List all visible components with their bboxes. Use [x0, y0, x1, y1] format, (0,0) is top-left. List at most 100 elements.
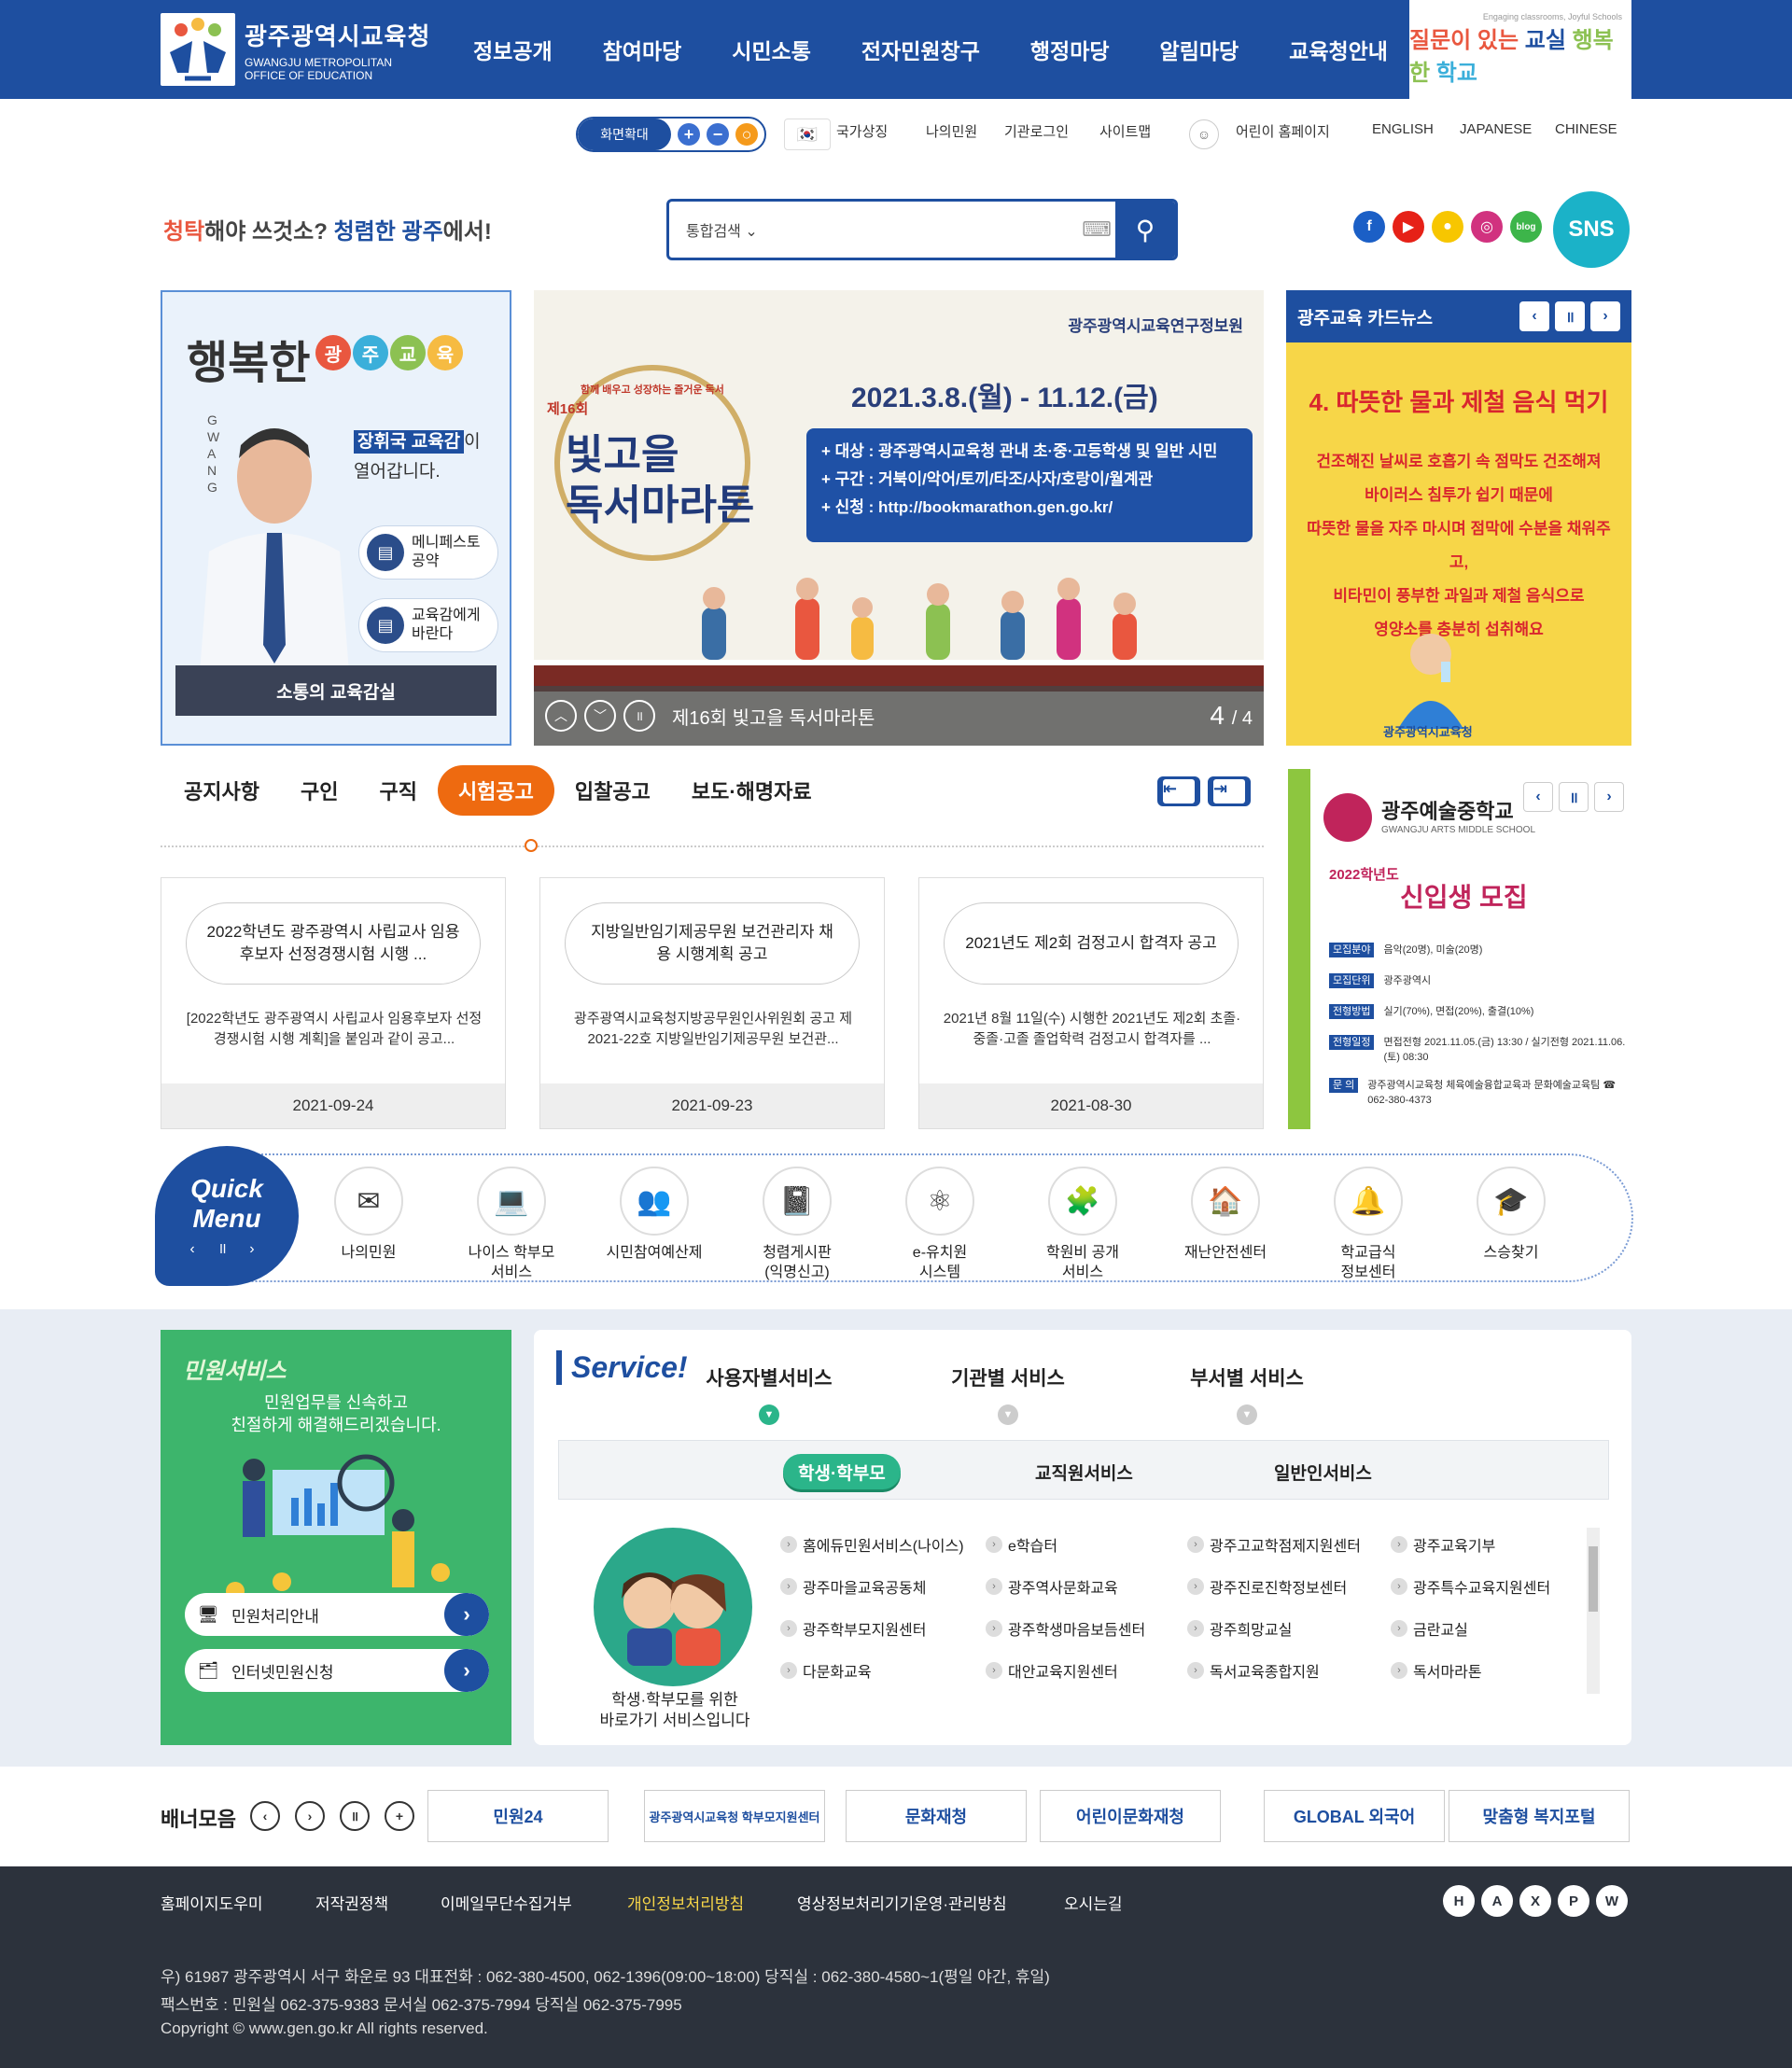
promo-next-button[interactable]: › [1594, 782, 1624, 812]
nav-item-info[interactable]: 정보공개 [448, 34, 578, 65]
service-link[interactable]: › 광주역사문화교육 [986, 1575, 1118, 1598]
service-tab-org[interactable]: 기관별 서비스 [915, 1363, 1101, 1391]
quick-menu-item[interactable]: 🎓 스승찾기 [1446, 1167, 1576, 1263]
banner-item[interactable]: GLOBAL 외국어 [1264, 1790, 1445, 1842]
service-tab-dept[interactable]: 부서별 서비스 [1154, 1363, 1340, 1391]
nav-item-notice[interactable]: 알림마당 [1135, 34, 1265, 65]
quick-menu-item[interactable]: ⚛ e-유치원 시스템 [875, 1167, 1005, 1282]
promo-prev-button[interactable]: ‹ [1523, 782, 1553, 812]
pdf-viewer-icon[interactable]: A [1481, 1885, 1513, 1917]
tab-prev-button[interactable]: ⇤ [1157, 776, 1200, 806]
service-link[interactable]: › 대안교육지원센터 [986, 1659, 1118, 1682]
service-link[interactable]: › 광주특수교육지원센터 [1391, 1575, 1550, 1598]
service-link[interactable]: › 광주희망교실 [1187, 1617, 1292, 1640]
service-link[interactable]: › 독서마라톤 [1391, 1659, 1482, 1682]
card-pause-button[interactable]: ॥ [1555, 301, 1585, 331]
util-link-login[interactable]: 기관로그인 [1004, 121, 1069, 141]
quick-menu-item[interactable]: 👥 시민참여예산제 [589, 1167, 720, 1263]
tab-exam-notice[interactable]: 시험공고 [437, 765, 554, 816]
nav-item-citizen[interactable]: 시민소통 [707, 34, 836, 65]
nav-item-e-civil[interactable]: 전자민원창구 [836, 34, 1005, 65]
card-prev-button[interactable]: ‹ [1519, 301, 1549, 331]
online-civil-button[interactable]: 🗂 인터넷민원신청 › [185, 1649, 489, 1692]
service-scrollbar[interactable] [1587, 1528, 1600, 1694]
banner-item[interactable]: 어린이문화재청 [1040, 1790, 1221, 1842]
service-tab-user[interactable]: 사용자별서비스 [676, 1363, 862, 1391]
zoom-reset-button[interactable]: ○ [735, 123, 758, 146]
subtab-student-parent[interactable]: 학생·학부모 [783, 1454, 901, 1489]
manifesto-button[interactable]: ▤ 메니페스토 공약 [358, 525, 498, 580]
search-button[interactable]: ⚲ [1115, 202, 1175, 258]
util-link-my-civil[interactable]: 나의민원 [926, 121, 977, 141]
service-link[interactable]: › e학습터 [986, 1533, 1057, 1556]
civil-guide-button[interactable]: 🖥 민원처리안내 › [185, 1593, 489, 1636]
util-link-sitemap[interactable]: 사이트맵 [1099, 121, 1151, 141]
service-link[interactable]: › 광주진로진학정보센터 [1187, 1575, 1347, 1598]
tab-job-seek[interactable]: 구직 [358, 765, 437, 816]
tab-bid-notice[interactable]: 입찰공고 [554, 765, 671, 816]
facebook-icon[interactable]: f [1353, 211, 1385, 243]
excel-viewer-icon[interactable]: X [1519, 1885, 1551, 1917]
quick-menu-controls[interactable]: ‹ ॥ › [189, 1237, 263, 1258]
util-link-symbol[interactable]: 국가상징 [836, 121, 888, 141]
main-slider[interactable]: 광주광역시교육연구정보원 함께 배우고 성장하는 즐거운 독서 제16회 빛고을… [534, 290, 1264, 746]
ppt-viewer-icon[interactable]: P [1558, 1885, 1589, 1917]
footer-link[interactable]: 오시는길 [1064, 1891, 1123, 1914]
slide-pause-button[interactable]: ॥ [623, 700, 655, 732]
quick-menu-item[interactable]: 🔔 학교급식 정보센터 [1303, 1167, 1434, 1282]
zoom-out-button[interactable]: − [707, 123, 729, 146]
nav-item-about[interactable]: 교육청안내 [1264, 34, 1413, 65]
promo-banner[interactable]: ‹ ॥ › 광주예술중학교 GWANGJU ARTS MIDDLE SCHOOL… [1288, 769, 1631, 1129]
card-next-button[interactable]: › [1590, 301, 1620, 331]
notice-card[interactable]: 2021년도 제2회 검정고시 합격자 공고 2021년 8월 11일(수) 시… [918, 877, 1264, 1129]
search-input[interactable] [772, 202, 1078, 258]
quick-menu-item[interactable]: 💻 나이스 학부모 서비스 [446, 1167, 577, 1282]
subtab-public[interactable]: 일반인서비스 [1259, 1454, 1387, 1489]
quick-menu-item[interactable]: 🧩 학원비 공개 서비스 [1017, 1167, 1148, 1282]
nav-item-admin[interactable]: 행정마당 [1005, 34, 1135, 65]
governor-office-button[interactable]: 소통의 교육감실 [175, 665, 497, 716]
slogan-banner[interactable]: Engaging classrooms, Joyful Schools 질문이 … [1409, 0, 1631, 99]
promo-pause-button[interactable]: ॥ [1559, 782, 1589, 812]
site-logo[interactable]: 광주광역시교육청 GWANGJU METROPOLITAN OFFICE OF … [161, 13, 441, 86]
nav-item-participation[interactable]: 참여마당 [578, 34, 707, 65]
banner-more-button[interactable]: + [385, 1801, 414, 1831]
service-link[interactable]: › 광주교육기부 [1391, 1533, 1495, 1556]
word-viewer-icon[interactable]: W [1596, 1885, 1628, 1917]
tab-press[interactable]: 보도·해명자료 [671, 765, 833, 816]
footer-link[interactable]: 홈페이지도우미 [161, 1891, 262, 1914]
util-link-japanese[interactable]: JAPANESE [1460, 121, 1532, 137]
service-link[interactable]: › 광주고교학점제지원센터 [1187, 1533, 1361, 1556]
service-link[interactable]: › 광주마을교육공동체 [780, 1575, 926, 1598]
banner-item[interactable]: 광주광역시교육청 학부모지원센터 [644, 1790, 825, 1842]
banner-next-button[interactable]: › [295, 1801, 325, 1831]
service-link[interactable]: › 광주학생마음보듬센터 [986, 1617, 1145, 1640]
tab-next-button[interactable]: ⇥ [1208, 776, 1251, 806]
service-link[interactable]: › 독서교육종합지원 [1187, 1659, 1320, 1682]
slide-next-button[interactable]: ﹀ [584, 700, 616, 732]
service-link[interactable]: › 광주학부모지원센터 [780, 1617, 926, 1640]
footer-link[interactable]: 개인정보처리방침 [627, 1891, 744, 1914]
quick-menu-item[interactable]: ✉ 나의민원 [303, 1167, 434, 1263]
subtab-staff[interactable]: 교직원서비스 [1020, 1454, 1148, 1489]
quick-menu-item[interactable]: 📓 청렴게시판 (익명신고) [732, 1167, 862, 1282]
util-link-english[interactable]: ENGLISH [1372, 121, 1434, 137]
util-link-kids[interactable]: 어린이 홈페이지 [1236, 121, 1330, 141]
service-link[interactable]: › 다문화교육 [780, 1659, 872, 1682]
kakao-icon[interactable]: ● [1432, 211, 1463, 243]
youtube-icon[interactable]: ▶ [1393, 211, 1424, 243]
quick-menu-item[interactable]: 🏠 재난안전센터 [1160, 1167, 1291, 1263]
service-link[interactable]: › 금란교실 [1391, 1617, 1468, 1640]
notice-card[interactable]: 지방일반임기제공무원 보건관리자 채용 시행계획 공고 광주광역시교육청지방공무… [539, 877, 885, 1129]
hwp-viewer-icon[interactable]: H [1443, 1885, 1475, 1917]
footer-link[interactable]: 저작권정책 [315, 1891, 388, 1914]
search-scope-select[interactable]: 통합검색 ⌄ [669, 218, 772, 241]
banner-prev-button[interactable]: ‹ [250, 1801, 280, 1831]
banner-item[interactable]: 문화재청 [846, 1790, 1027, 1842]
notice-card[interactable]: 2022학년도 광주광역시 사립교사 임용후보자 선정경쟁시험 시행 ... [… [161, 877, 506, 1129]
message-governor-button[interactable]: ▤ 교육감에게 바란다 [358, 598, 498, 652]
instagram-icon[interactable]: ◎ [1471, 211, 1503, 243]
banner-pause-button[interactable]: ॥ [340, 1801, 370, 1831]
tab-job-offer[interactable]: 구인 [280, 765, 358, 816]
banner-item[interactable]: 맞춤형 복지포털 [1449, 1790, 1630, 1842]
